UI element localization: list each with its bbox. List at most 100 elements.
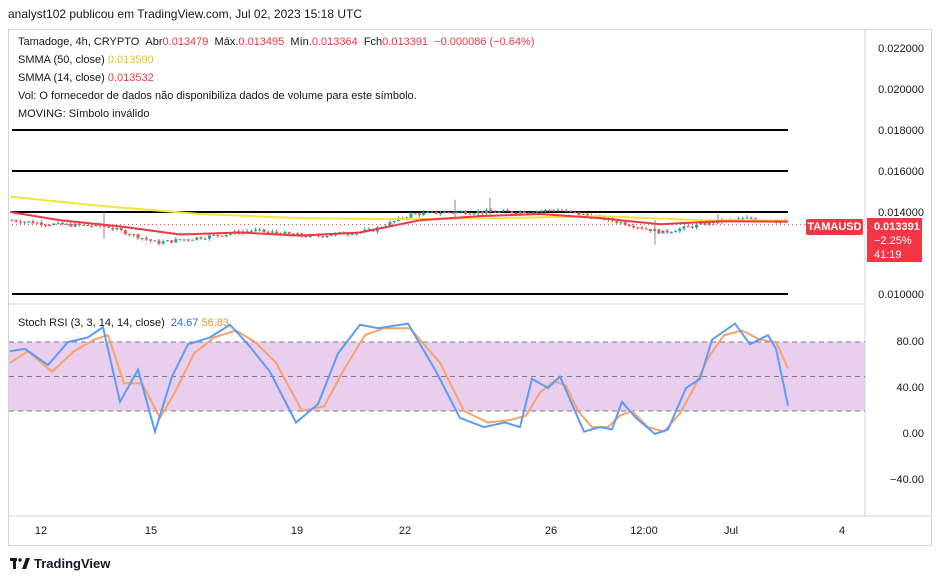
rsi-tick: 0.00: [902, 428, 924, 440]
candle-body: [577, 212, 581, 215]
price-pane: [9, 129, 865, 295]
candle-body: [27, 221, 31, 223]
candle-body: [44, 224, 48, 226]
bar-countdown: 41:19: [874, 249, 902, 261]
candle-body: [81, 224, 85, 226]
stoch-rsi-label: Stoch RSI (3, 3, 14, 14, close): [18, 317, 165, 329]
candle-body: [107, 226, 111, 228]
candle-body: [581, 214, 585, 216]
candle-body: [686, 226, 690, 228]
candle-body: [556, 210, 560, 212]
candle-body: [560, 210, 564, 212]
candle-body: [144, 238, 148, 240]
candle-body: [657, 229, 661, 234]
candle-body: [543, 209, 547, 211]
stoch-rsi-legend: Stoch RSI (3, 3, 14, 14, close) 24.67 56…: [18, 314, 229, 332]
candle-body: [564, 210, 568, 212]
tradingview-logo-icon: [10, 558, 30, 569]
candle-body: [258, 229, 262, 231]
candle-body: [136, 234, 140, 239]
candle-body: [665, 230, 669, 233]
ohlc-line: Tamadoge, 4h, CRYPTO Abr0.013479 Máx.0.0…: [18, 33, 535, 51]
smma50-value: 0.013590: [107, 54, 154, 66]
candle-body: [426, 211, 430, 213]
candle-body: [220, 235, 224, 237]
candle-body: [115, 227, 119, 230]
time-tick: 15: [144, 525, 158, 537]
candle-body: [31, 221, 35, 224]
symbol-line: Tamadoge, 4h, CRYPTO: [18, 36, 140, 48]
candle-body: [430, 211, 434, 213]
candle-body: [417, 213, 421, 215]
candle-body: [262, 229, 266, 232]
price-tick: 0.020000: [878, 84, 924, 96]
candle-body: [627, 224, 631, 226]
candle-body: [199, 237, 203, 239]
candle-body: [497, 211, 501, 213]
candle-body: [749, 217, 753, 219]
candle-body: [14, 220, 18, 222]
smma14-label: SMMA (14, close): [18, 72, 105, 84]
candle-body: [640, 227, 644, 229]
time-tick: 4: [838, 525, 846, 537]
candle-body: [35, 222, 39, 224]
vol-line: Vol: O fornecedor de dados não disponibi…: [18, 90, 417, 102]
candle-body: [266, 231, 270, 233]
candle-body: [648, 228, 652, 231]
candle-body: [468, 213, 472, 215]
candle-body: [678, 228, 682, 232]
candle-body: [10, 220, 14, 222]
candle-body: [128, 234, 132, 236]
candle-body: [539, 210, 543, 212]
time-tick: Jul: [723, 525, 739, 537]
moving-line: MOVING: Símbolo inválido: [18, 108, 150, 120]
candle-body: [170, 240, 174, 243]
candle-body: [191, 239, 195, 241]
rsi-tick: 40.00: [896, 382, 924, 394]
candle-body: [350, 234, 354, 236]
smma50-line: SMMA (50, close) 0.013590: [18, 51, 535, 69]
candle-body: [451, 212, 455, 214]
candle-body: [447, 211, 451, 213]
candle-body: [682, 226, 686, 229]
main-legend: Tamadoge, 4h, CRYPTO Abr0.013479 Máx.0.0…: [18, 33, 535, 123]
candle-body: [203, 238, 207, 240]
close-label: Fch: [363, 36, 383, 48]
candle-body: [60, 222, 64, 225]
smma14-line: SMMA (14, close) 0.013532: [18, 69, 535, 87]
low-label: Mín.: [290, 36, 312, 48]
candle-body: [741, 218, 745, 220]
candle-body: [514, 212, 518, 214]
candle-body: [443, 211, 447, 214]
candle-body: [90, 225, 94, 227]
candle-body: [455, 211, 459, 213]
candle-body: [224, 234, 228, 237]
price-tick: 0.018000: [878, 125, 924, 137]
candle-body: [123, 230, 127, 235]
candle-body: [321, 236, 325, 238]
candle-body: [329, 235, 333, 237]
last-price-box: 0.013391 −2.25% 41:19: [867, 218, 922, 262]
candle-body: [619, 222, 623, 224]
symbol-price-tag: TAMAUSD: [806, 219, 863, 235]
candle-body: [745, 217, 749, 219]
candle-body: [485, 210, 489, 214]
candle-body: [674, 231, 678, 233]
candle-body: [472, 213, 476, 215]
candle-body: [573, 211, 577, 213]
candle-body: [275, 231, 279, 234]
price-change: −2.25%: [874, 235, 912, 247]
low-value: 0.013364: [311, 36, 358, 48]
close-value: 0.013391: [382, 36, 429, 48]
candle-body: [636, 227, 640, 229]
candle-body: [174, 239, 178, 243]
price-tick: 0.016000: [878, 166, 924, 178]
last-price: 0.013391: [874, 221, 920, 233]
time-tick: 12: [34, 525, 48, 537]
candle-body: [186, 239, 190, 241]
candle-body: [325, 235, 329, 238]
candle-body: [510, 211, 514, 213]
candle-body: [459, 211, 463, 213]
time-tick: 26: [544, 525, 558, 537]
tradingview-brand[interactable]: TradingView: [10, 556, 110, 571]
